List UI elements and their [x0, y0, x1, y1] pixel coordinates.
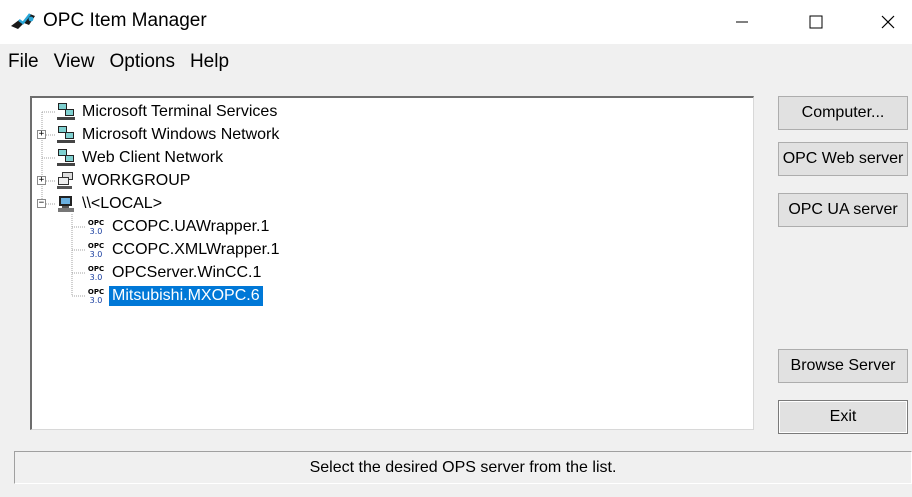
- collapse-icon[interactable]: −: [37, 199, 46, 208]
- tree-node-label: Microsoft Terminal Services: [82, 103, 278, 120]
- tree-node-label: CCOPC.XMLWrapper.1: [112, 241, 280, 258]
- tree-node[interactable]: OPC 3.0 Mitsubishi.MXOPC.6: [86, 285, 263, 307]
- network-computers-icon: [56, 148, 76, 168]
- workgroup-icon: [56, 171, 76, 191]
- server-tree[interactable]: Microsoft Terminal Services + Microsoft Wi…: [30, 96, 754, 430]
- tree-node-label: Mitsubishi.MXOPC.6: [109, 286, 263, 306]
- tree-node[interactable]: WORKGROUP: [56, 170, 193, 192]
- tree-node[interactable]: Web Client Network: [56, 147, 226, 169]
- tree-node-label: Web Client Network: [82, 149, 224, 166]
- tree-node-label: \\<LOCAL>: [82, 195, 163, 212]
- tree-node[interactable]: OPC 3.0 OPCServer.WinCC.1: [86, 262, 264, 284]
- menu-options[interactable]: Options: [109, 51, 174, 73]
- menu-view[interactable]: View: [54, 51, 95, 73]
- opc-server-icon: OPC 3.0: [86, 263, 106, 283]
- tree-node[interactable]: Microsoft Terminal Services: [56, 101, 280, 123]
- tree-node[interactable]: OPC 3.0 CCOPC.UAWrapper.1: [86, 216, 272, 238]
- status-text: Select the desired OPS server from the l…: [309, 458, 617, 476]
- menu-file[interactable]: File: [8, 51, 39, 73]
- browse-server-button[interactable]: Browse Server: [778, 349, 908, 383]
- svg-text:3.0: 3.0: [90, 250, 103, 259]
- tree-node[interactable]: OPC 3.0 CCOPC.XMLWrapper.1: [86, 239, 282, 261]
- menu-help[interactable]: Help: [190, 51, 229, 73]
- exit-button[interactable]: Exit: [778, 400, 908, 434]
- opc-app-icon: [11, 13, 35, 29]
- expand-icon[interactable]: +: [37, 176, 46, 185]
- svg-text:3.0: 3.0: [90, 227, 103, 236]
- network-computers-icon: [56, 125, 76, 145]
- opc-ua-server-button[interactable]: OPC UA server: [778, 193, 908, 227]
- expand-icon[interactable]: +: [37, 130, 46, 139]
- tree-node[interactable]: \\<LOCAL>: [56, 193, 165, 215]
- opc-server-icon: OPC 3.0: [86, 286, 106, 306]
- minimize-icon: [736, 21, 748, 23]
- network-computers-icon: [56, 102, 76, 122]
- tree-node[interactable]: Microsoft Windows Network: [56, 124, 282, 146]
- svg-text:OPC: OPC: [88, 242, 104, 250]
- opc-web-server-button[interactable]: OPC Web server: [778, 142, 908, 176]
- svg-text:OPC: OPC: [88, 219, 104, 227]
- svg-text:3.0: 3.0: [90, 296, 103, 305]
- window-title: OPC Item Manager: [43, 10, 207, 31]
- tree-node-label: Microsoft Windows Network: [82, 126, 280, 143]
- maximize-icon: [809, 15, 823, 29]
- maximize-button[interactable]: [780, 0, 852, 44]
- minimize-button[interactable]: [706, 0, 778, 44]
- title-bar: OPC Item Manager: [0, 0, 912, 44]
- close-icon: [881, 15, 895, 29]
- opc-server-icon: OPC 3.0: [86, 240, 106, 260]
- menu-bar: File View Options Help: [0, 46, 912, 78]
- status-bar: Select the desired OPS server from the l…: [14, 451, 912, 484]
- computer-button[interactable]: Computer...: [778, 96, 908, 130]
- svg-text:OPC: OPC: [88, 265, 104, 273]
- computer-icon: [56, 194, 76, 214]
- opc-server-icon: OPC 3.0: [86, 217, 106, 237]
- svg-text:OPC: OPC: [88, 288, 104, 296]
- tree-node-label: OPCServer.WinCC.1: [112, 264, 262, 281]
- tree-node-label: CCOPC.UAWrapper.1: [112, 218, 270, 235]
- svg-text:3.0: 3.0: [90, 273, 103, 282]
- tree-node-label: WORKGROUP: [82, 172, 191, 189]
- close-button[interactable]: [852, 0, 912, 44]
